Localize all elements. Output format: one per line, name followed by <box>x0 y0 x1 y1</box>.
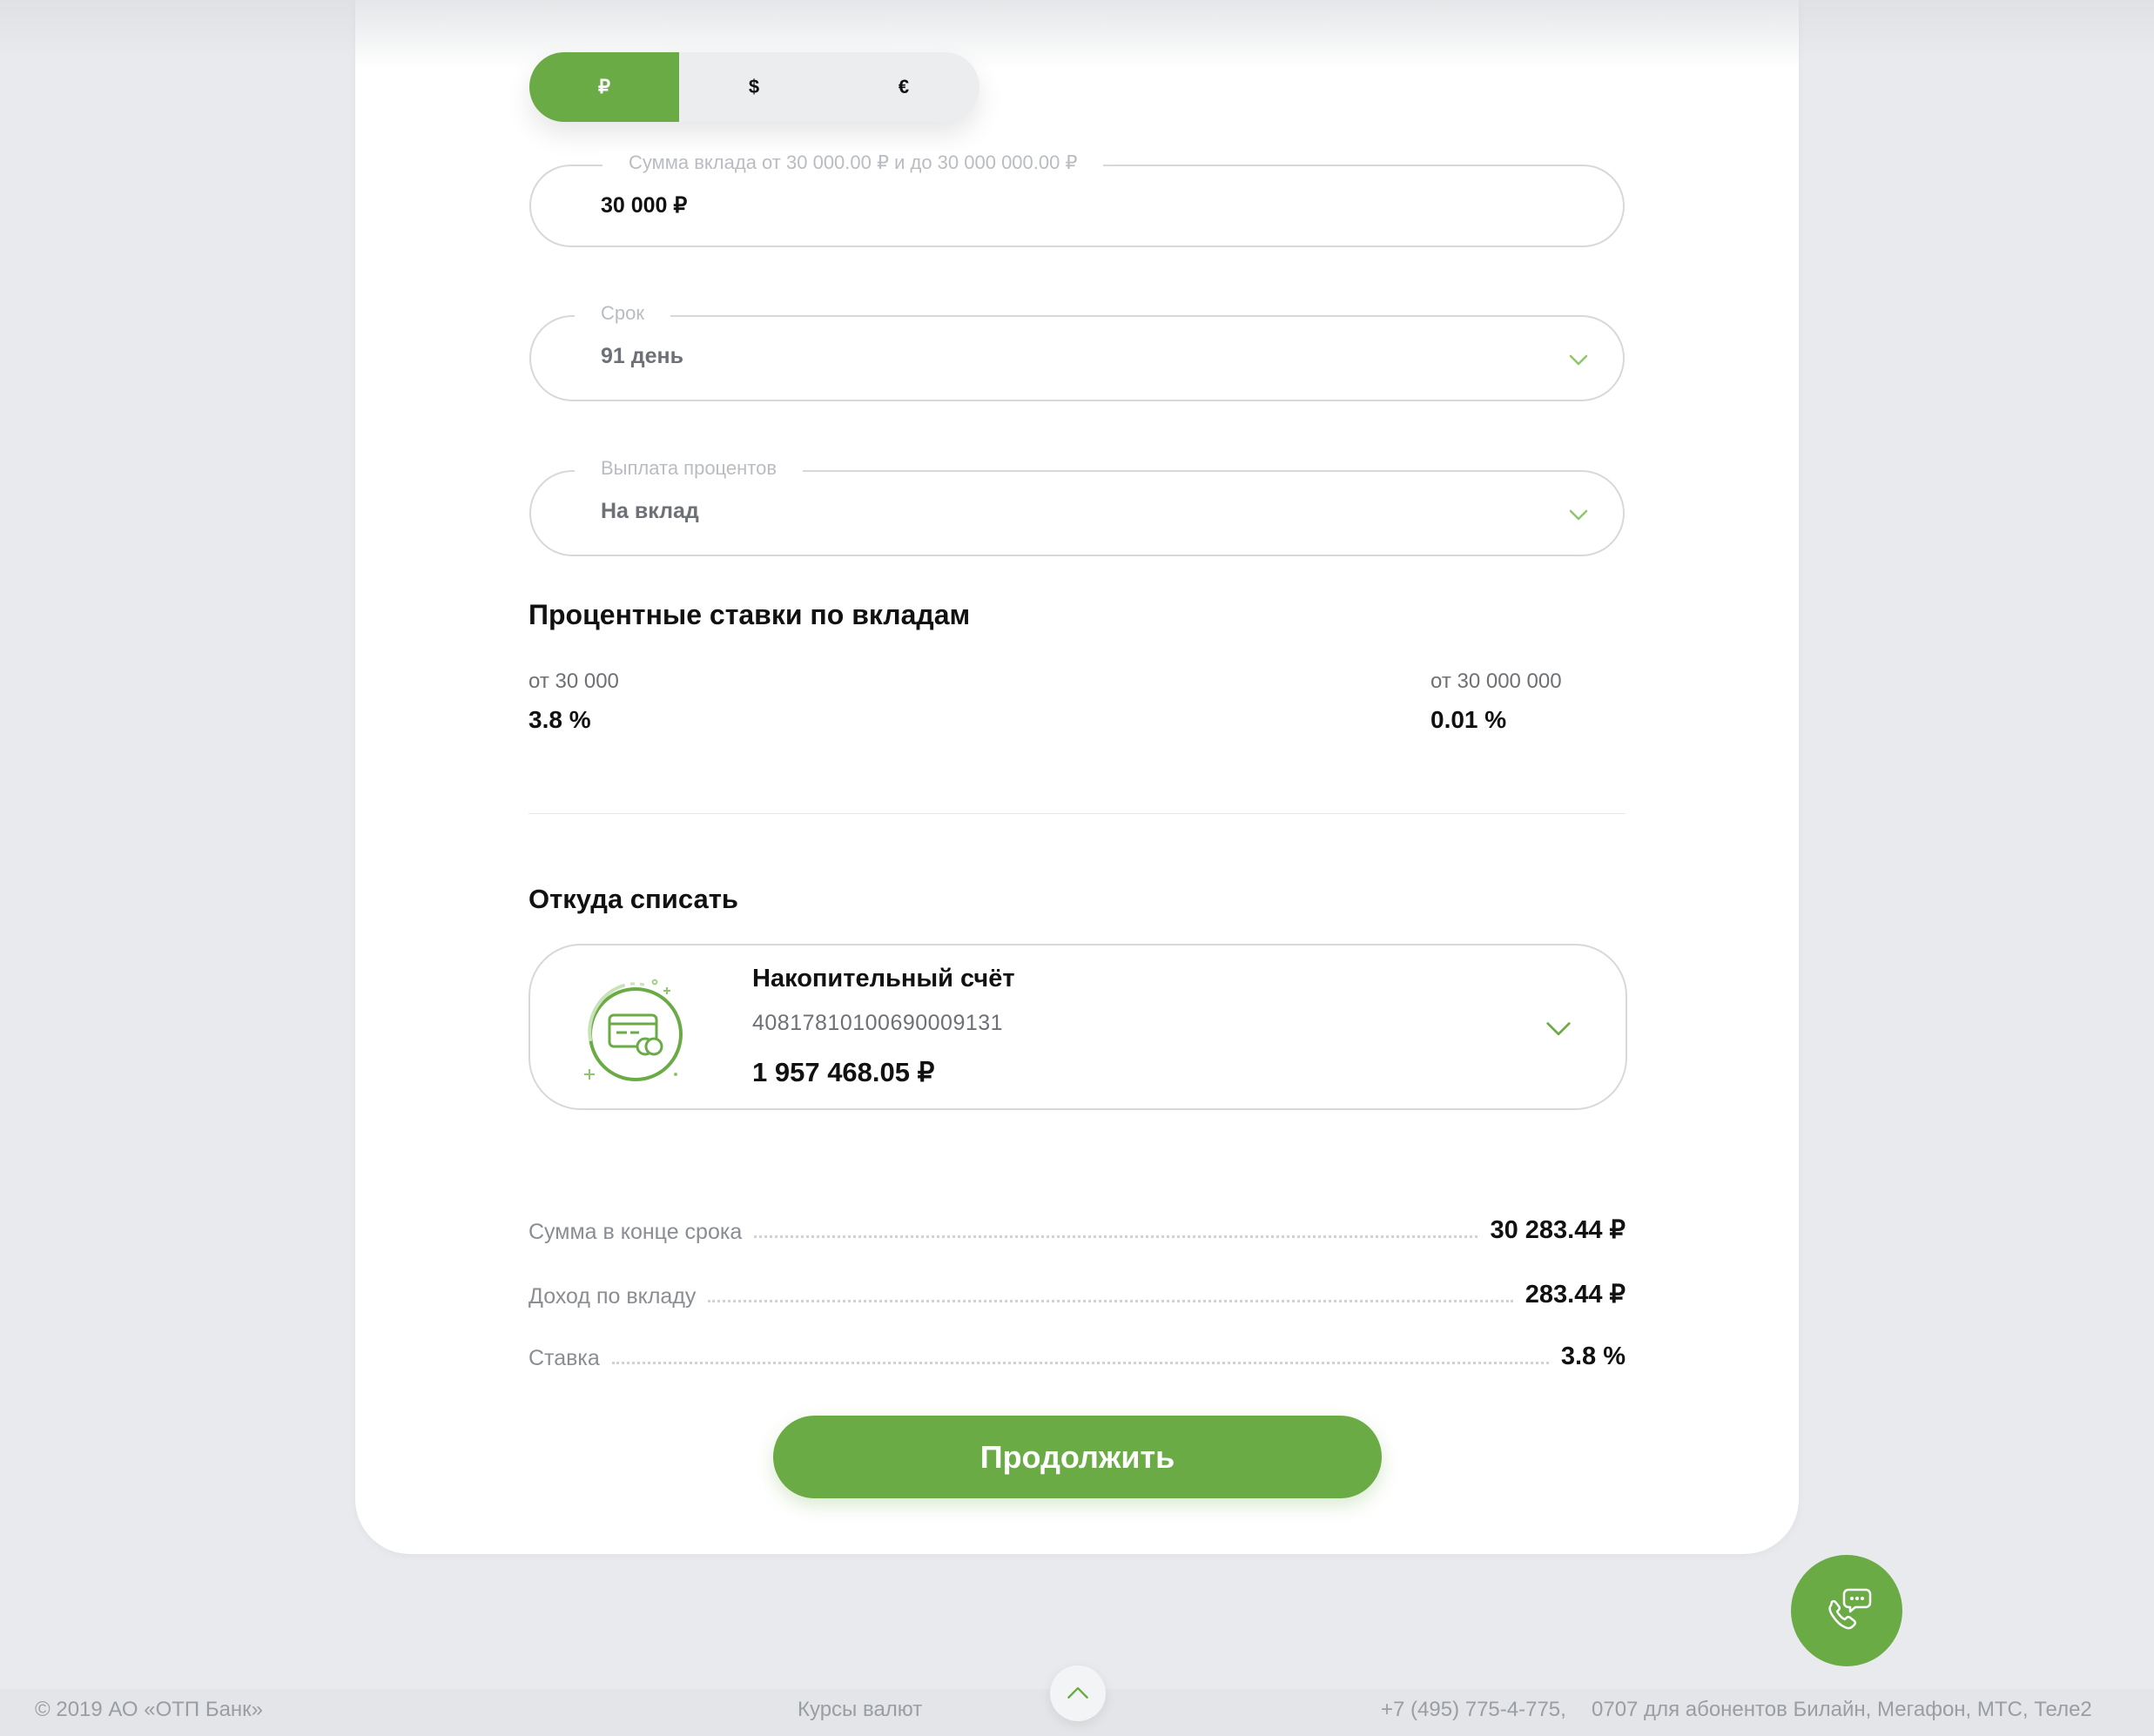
continue-button[interactable]: Продолжить <box>773 1416 1382 1498</box>
amount-field-label: Сумма вклада от 30 000.00 ₽ и до 30 000 … <box>602 151 1104 174</box>
dotted-leader <box>708 1300 1513 1302</box>
summary-label: Доход по вкладу <box>528 1284 697 1309</box>
payout-select-label: Выплата процентов <box>575 457 804 480</box>
rates-title: Процентные ставки по вкладам <box>528 599 971 630</box>
currency-usd-button[interactable]: $ <box>679 52 829 122</box>
scroll-to-top-button[interactable] <box>1050 1665 1106 1721</box>
rate-tier-label: от 30 000 000 <box>1430 670 1562 693</box>
summary-value: 283.44 ₽ <box>1525 1281 1626 1309</box>
currency-eur-button[interactable]: € <box>829 52 979 122</box>
chevron-up-icon <box>1067 1686 1088 1699</box>
summary-label: Ставка <box>528 1346 600 1370</box>
dotted-leader <box>611 1362 1549 1364</box>
amount-field-value[interactable]: 30 000 ₽ <box>601 192 687 219</box>
rate-tier-label: от 30 000 <box>528 670 619 693</box>
chevron-down-icon[interactable] <box>1569 350 1588 369</box>
summary-value: 30 283.44 ₽ <box>1490 1216 1626 1244</box>
source-account-select[interactable]: Накопительный счёт 40817810100690009131 … <box>528 944 1627 1110</box>
term-select-label: Срок <box>575 302 670 325</box>
source-title: Откуда списать <box>528 884 738 914</box>
account-balance: 1 957 468.05 ₽ <box>752 1057 935 1087</box>
footer-copyright: © 2019 АО «ОТП Банк» <box>35 1698 264 1721</box>
summary-row-income: Доход по вкладу 283.44 ₽ <box>528 1275 1626 1309</box>
rate-tier-value: 0.01 % <box>1430 706 1507 733</box>
account-number: 40817810100690009131 <box>752 1011 1004 1035</box>
summary-row-rate: Ставка 3.8 % <box>528 1336 1626 1371</box>
term-select-value: 91 день <box>601 344 683 368</box>
currency-switch: ₽ $ € <box>529 52 979 122</box>
payout-select[interactable]: Выплата процентов На вклад <box>529 457 1625 556</box>
dotted-leader <box>754 1235 1478 1238</box>
chevron-down-icon[interactable] <box>1545 1015 1572 1041</box>
term-select[interactable]: Срок 91 день <box>529 302 1625 401</box>
summary-row-total: Сумма в конце срока 30 283.44 ₽ <box>528 1210 1626 1245</box>
divider <box>528 813 1626 814</box>
chevron-down-icon[interactable] <box>1569 505 1588 524</box>
summary-label: Сумма в конце срока <box>528 1220 743 1244</box>
footer-currency-rates-link[interactable]: Курсы валют <box>798 1698 922 1722</box>
savings-account-icon <box>584 979 683 1081</box>
footer-short-number: 0707 для абонентов Билайн, Мегафон, МТС,… <box>1592 1698 2092 1721</box>
summary-value: 3.8 % <box>1560 1342 1626 1370</box>
rate-tier-value: 3.8 % <box>528 706 591 733</box>
account-name: Накопительный счёт <box>752 965 1015 992</box>
call-chat-button[interactable] <box>1791 1555 1902 1666</box>
payout-select-value: На вклад <box>601 499 699 523</box>
phone-chat-icon <box>1828 1588 1872 1630</box>
footer-phone[interactable]: +7 (495) 775-4-775, <box>1381 1698 1566 1722</box>
currency-rub-button[interactable]: ₽ <box>529 52 679 122</box>
amount-field[interactable]: Сумма вклада от 30 000.00 ₽ и до 30 000 … <box>529 151 1625 247</box>
